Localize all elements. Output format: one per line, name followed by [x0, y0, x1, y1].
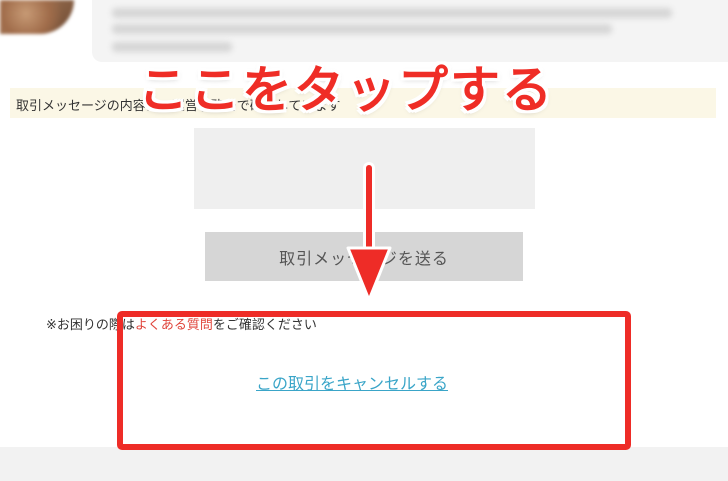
annotation-callout: ここをタップする	[138, 61, 554, 119]
